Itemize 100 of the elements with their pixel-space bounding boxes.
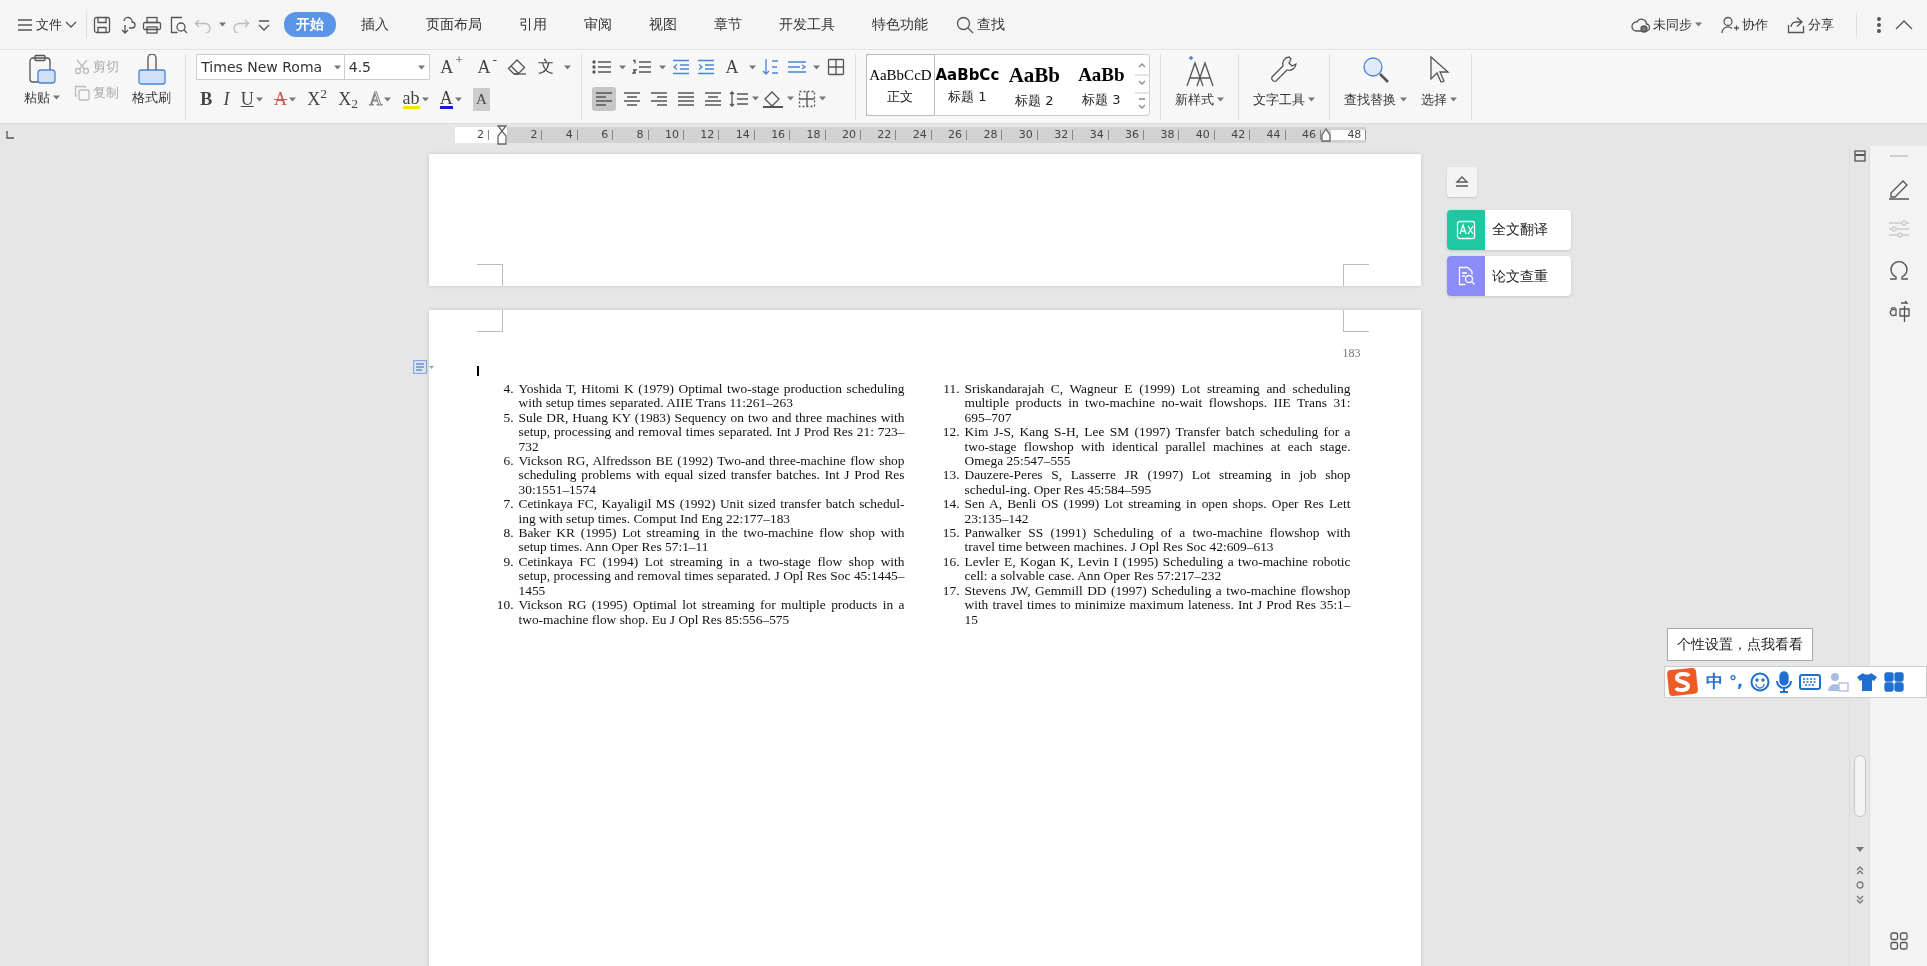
ribbon-tab[interactable]: 页面布局 bbox=[413, 12, 494, 37]
copy-icon bbox=[73, 85, 90, 101]
paragraph-marker-icon[interactable] bbox=[412, 360, 435, 374]
input-mode-toggle[interactable]: 中 bbox=[1705, 669, 1723, 695]
scrollbar-thumb[interactable] bbox=[1853, 755, 1866, 817]
microphone-icon[interactable] bbox=[1776, 671, 1793, 693]
file-menu[interactable]: 文件 bbox=[14, 14, 80, 35]
reference-text: Cetinkaya FC, Kayaligil MS (1992) Unit sized transfer batch schedul-ing with setup times. Comput Ind Eng 22:177–183 bbox=[518, 497, 905, 527]
translate-tool-button[interactable]: 全文翻译 bbox=[1447, 209, 1571, 250]
search-icon bbox=[955, 15, 974, 34]
paint-brush-icon bbox=[136, 54, 167, 86]
reference-number: 8. bbox=[502, 526, 515, 543]
paragraph-spacing-icon[interactable] bbox=[728, 90, 749, 107]
style-option[interactable]: AaBb 标题 2 bbox=[1000, 55, 1068, 115]
translate-icon[interactable] bbox=[1887, 300, 1910, 322]
shrink-font-button[interactable]: A$^{-}$ bbox=[473, 54, 501, 80]
format-plain-button[interactable]: X$_{2}$ bbox=[334, 86, 362, 113]
sync-status-button[interactable]: 未同步 bbox=[1627, 14, 1705, 35]
ribbon-tab[interactable]: 开发工具 bbox=[766, 12, 847, 37]
reference-text: Dauzere-Peres S, Lasserre JR (1997) Lot streaming in job shop schedul-ing. Oper Res 45:584–595 bbox=[964, 468, 1351, 498]
eject-icon bbox=[1455, 176, 1469, 188]
split-view-icon[interactable] bbox=[1853, 150, 1866, 162]
page-number: 183 bbox=[1342, 345, 1361, 362]
check-tool-button[interactable]: 论文查重 bbox=[1447, 256, 1571, 296]
bulleted-list-icon[interactable] bbox=[592, 59, 613, 75]
decrease-indent-icon[interactable] bbox=[672, 59, 691, 75]
grid-apps-icon[interactable] bbox=[1884, 672, 1905, 692]
document-search-icon bbox=[1456, 266, 1476, 286]
pinyin-font-button[interactable]: 文 bbox=[533, 54, 558, 80]
style-option[interactable]: AaBbCcD 正文 bbox=[866, 55, 934, 115]
caret-icon bbox=[454, 97, 462, 102]
text-tools-button[interactable]: 文字工具 bbox=[1249, 54, 1320, 120]
style-option[interactable]: AaBb 标题 3 bbox=[1067, 55, 1135, 115]
margin-corner-mark bbox=[1342, 264, 1369, 286]
collapse-panel-button[interactable] bbox=[1447, 167, 1477, 197]
omega-symbol-icon[interactable] bbox=[1887, 258, 1910, 281]
shading-bucket-icon[interactable] bbox=[762, 89, 785, 108]
indent-marker-icon[interactable] bbox=[497, 125, 507, 145]
collaborate-button[interactable]: 协作 bbox=[1718, 14, 1771, 35]
format-strike-button[interactable]: A bbox=[270, 86, 300, 113]
horizontal-ruler[interactable]: 2 2 4 6 8 10 12 14 16 18 20 22 24 26 28 30 32 34 36 38 40 42 44 46 48 bbox=[455, 127, 1367, 143]
reference-number: 6. bbox=[502, 454, 515, 471]
punctuation-toggle[interactable]: °, bbox=[1729, 670, 1744, 694]
minus-icon bbox=[1889, 154, 1908, 158]
caret-icon bbox=[748, 64, 756, 70]
ribbon-tab[interactable]: 插入 bbox=[348, 12, 401, 37]
browse-object-icon[interactable] bbox=[1855, 881, 1864, 889]
keyboard-icon[interactable] bbox=[1798, 674, 1821, 690]
ribbon-tab[interactable]: 审阅 bbox=[571, 12, 624, 37]
caret-icon bbox=[818, 96, 826, 101]
grid-icon[interactable] bbox=[1889, 932, 1908, 950]
align-left-icon[interactable] bbox=[592, 86, 617, 111]
ribbon-tab[interactable]: 特色功能 bbox=[859, 12, 940, 37]
ribbon-tab[interactable]: 引用 bbox=[506, 12, 559, 37]
format-plain-button[interactable]: X$^{2}$ bbox=[303, 86, 331, 113]
next-page-icon[interactable] bbox=[1855, 895, 1864, 905]
tshirt-icon[interactable] bbox=[1855, 672, 1878, 692]
change-case-button[interactable]: A bbox=[721, 54, 743, 80]
search-button[interactable]: 查找 bbox=[952, 14, 1008, 35]
scroll-down-icon[interactable] bbox=[1855, 847, 1864, 853]
save-icon[interactable] bbox=[93, 15, 111, 34]
find-replace-button[interactable]: 查找替换 bbox=[1340, 54, 1411, 120]
increase-indent-icon[interactable] bbox=[696, 59, 715, 75]
new-style-button[interactable]: 新样式 bbox=[1170, 54, 1229, 120]
print-icon[interactable] bbox=[142, 15, 162, 34]
paste-button[interactable]: 粘贴 bbox=[20, 54, 65, 108]
format-italic-button[interactable]: I bbox=[219, 86, 234, 113]
smiley-icon[interactable] bbox=[1749, 672, 1770, 692]
style-option[interactable]: AaBbCc 标题 1 bbox=[933, 55, 1001, 115]
caret-icon bbox=[658, 64, 666, 70]
eraser-icon[interactable] bbox=[507, 58, 528, 76]
more-options-icon[interactable] bbox=[1876, 15, 1882, 34]
caret-icon bbox=[564, 64, 572, 70]
reference-text: Vickson RG, Alfredsson BE (1992) Two-and three-machine flow shop scheduling problems with equal sized transfer batches. Int J Prod Res 30:1551–1574 bbox=[518, 454, 905, 498]
numbered-list-icon[interactable] bbox=[632, 59, 653, 75]
painter-button[interactable]: 格式刷 bbox=[128, 54, 176, 108]
font-name-field[interactable]: Times New Roma bbox=[196, 54, 347, 80]
borders-icon[interactable] bbox=[797, 89, 816, 108]
input-method-logo-icon[interactable] bbox=[1667, 667, 1699, 697]
sort-icon[interactable] bbox=[762, 58, 781, 76]
reference-text: Stevens JW, Gemmill DD (1997) Scheduling a two-machine flowshop with travel times to minimize maximum lateness. Int J Prod Res 35:1–15 bbox=[964, 583, 1351, 627]
chevron-up-icon[interactable] bbox=[1895, 18, 1913, 31]
font-size-field[interactable]: 4.5 bbox=[343, 54, 430, 80]
share-button[interactable]: 分享 bbox=[1784, 14, 1837, 35]
print-preview-icon[interactable] bbox=[168, 15, 188, 34]
table-grid-icon[interactable] bbox=[826, 58, 845, 76]
format-color-button[interactable]: A bbox=[435, 86, 466, 113]
select-button[interactable]: 选择 bbox=[1417, 54, 1462, 120]
ribbon-tab[interactable]: 视图 bbox=[636, 12, 689, 37]
right-indent-marker-icon[interactable] bbox=[1321, 128, 1331, 142]
margin-corner-mark bbox=[1342, 310, 1369, 332]
sliders-icon[interactable] bbox=[1887, 219, 1910, 239]
grow-font-button[interactable]: A$^{+}$ bbox=[436, 54, 467, 80]
format-bold-button[interactable]: B bbox=[196, 86, 217, 113]
more-caret-icon[interactable] bbox=[256, 18, 271, 31]
reference-text: Kim J-S, Kang S-H, Lee SM (1997) Transfer batch scheduling for a two-stage flowshop with identical parallel machines at each stage. Omega 25:547–555 bbox=[964, 425, 1351, 469]
ribbon-tab[interactable]: 章节 bbox=[701, 12, 754, 37]
format-underline-button[interactable]: U bbox=[236, 86, 267, 113]
previous-page-icon[interactable] bbox=[1855, 865, 1864, 875]
format-highlight-button[interactable]: ab bbox=[398, 86, 433, 113]
